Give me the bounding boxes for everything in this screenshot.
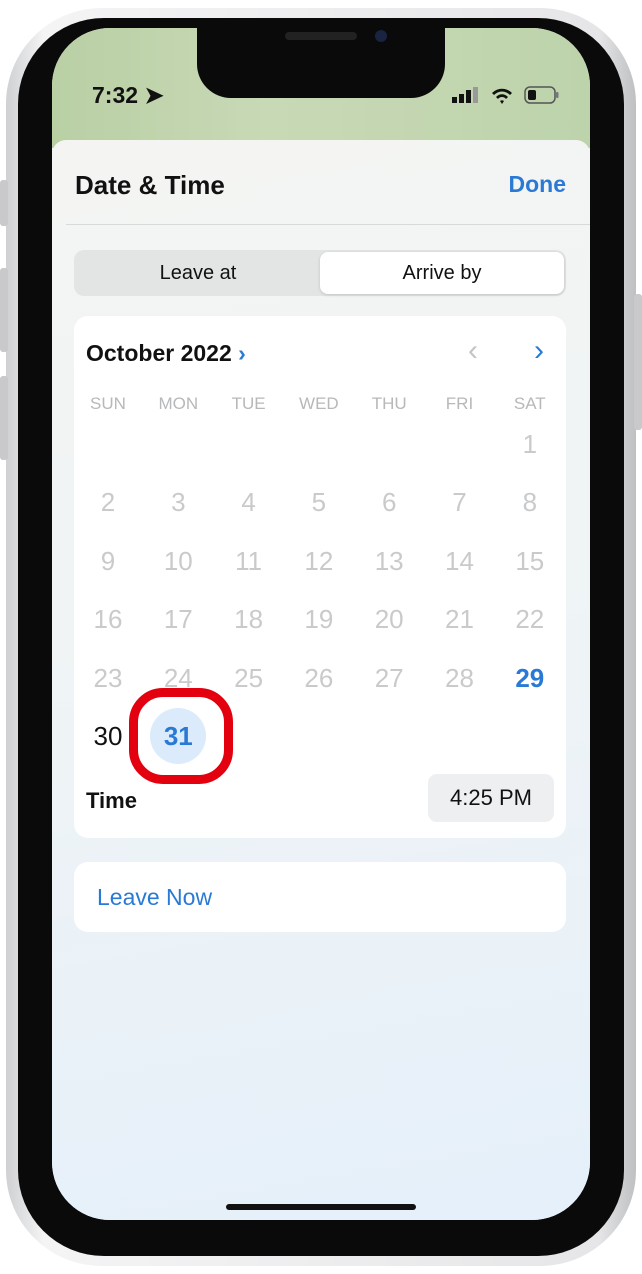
segment-arrive-by[interactable]: Arrive by (320, 252, 564, 294)
month-label: October 2022 (86, 340, 232, 366)
notch (197, 28, 445, 98)
calendar-day-1: 1 (522, 428, 538, 459)
calendar-day-28: 28 (445, 662, 474, 693)
chevron-right-icon: › (238, 340, 246, 366)
calendar-day-18: 18 (234, 603, 264, 634)
date-time-sheet: Date & Time Done Leave at Arrive by Octo… (52, 140, 590, 1220)
leave-now-button[interactable]: Leave Now (74, 862, 566, 932)
calendar-day-23: 23 (93, 662, 123, 693)
weekday-header: SUN (90, 394, 126, 413)
weekday-header: TUE (231, 394, 266, 413)
time-picker-button[interactable]: 4:25 PM (428, 774, 554, 822)
calendar-day-9: 9 (100, 545, 116, 576)
volume-down-button (0, 376, 8, 460)
divider (66, 224, 590, 225)
previous-month-button[interactable]: ‹ (468, 334, 478, 368)
segment-leave-at[interactable]: Leave at (76, 252, 320, 294)
next-month-button[interactable]: › (534, 334, 544, 368)
calendar-day-11: 11 (235, 545, 263, 576)
calendar-day-8: 8 (522, 486, 538, 517)
calendar-day-2: 2 (100, 486, 116, 517)
time-label: Time (86, 788, 137, 813)
calendar-day-30[interactable]: 30 (80, 708, 136, 764)
side-button (634, 294, 642, 430)
calendar-day-21: 21 (445, 603, 474, 634)
calendar-day-3: 3 (171, 486, 186, 517)
weekday-header: WED (299, 394, 339, 413)
calendar-day-27: 27 (374, 662, 404, 693)
calendar-day-4: 4 (241, 486, 256, 517)
done-button[interactable]: Done (509, 171, 567, 198)
battery-icon (524, 86, 559, 104)
weekday-header: FRI (445, 394, 474, 413)
weekday-header: THU (371, 394, 407, 413)
calendar-card: October 2022 › ‹ › SUN MON TUE WED THU FRI SAT… (74, 316, 566, 838)
calendar-day-20: 20 (374, 603, 404, 634)
calendar-day-5: 5 (311, 486, 327, 517)
calendar-day-10: 10 (163, 545, 193, 576)
clock: 7:32 (92, 82, 139, 108)
wifi-icon (492, 88, 512, 104)
home-indicator (226, 1204, 416, 1210)
volume-up-button (0, 268, 8, 352)
calendar-day-29[interactable]: 29 (502, 650, 558, 706)
calendar-day-17: 17 (163, 603, 193, 634)
screen: 7:32 ➤ Date & Time Done Leave at Arrive … (52, 28, 590, 1220)
chevron-left-icon: ‹ (468, 334, 478, 367)
cellular-signal-icon (452, 87, 478, 103)
calendar-day-13: 13 (374, 545, 404, 576)
leave-arrive-segmented-control: Leave at Arrive by (74, 250, 566, 296)
calendar-day-22: 22 (515, 603, 545, 634)
status-icons (452, 86, 560, 104)
weekday-header: MON (158, 394, 199, 413)
weekday-header: SAT (513, 394, 546, 413)
chevron-right-icon: › (534, 334, 544, 367)
calendar-day-16: 16 (93, 603, 123, 634)
calendar-day-12: 12 (304, 545, 334, 576)
calendar-day-7: 7 (452, 486, 467, 517)
calendar-day-25: 25 (234, 662, 264, 693)
status-time: 7:32 ➤ (92, 82, 164, 109)
page-title: Date & Time (75, 170, 225, 200)
calendar-day-15: 15 (515, 545, 545, 576)
calendar-day-19: 19 (304, 603, 334, 634)
calendar-day-6: 6 (381, 486, 397, 517)
calendar-day-26: 26 (304, 662, 334, 693)
calendar-day-14: 14 (445, 545, 474, 576)
location-arrow-icon: ➤ (144, 82, 164, 108)
mute-switch (0, 180, 8, 226)
red-highlight-annotation (129, 688, 233, 784)
month-picker-button[interactable]: October 2022 › (86, 340, 246, 367)
